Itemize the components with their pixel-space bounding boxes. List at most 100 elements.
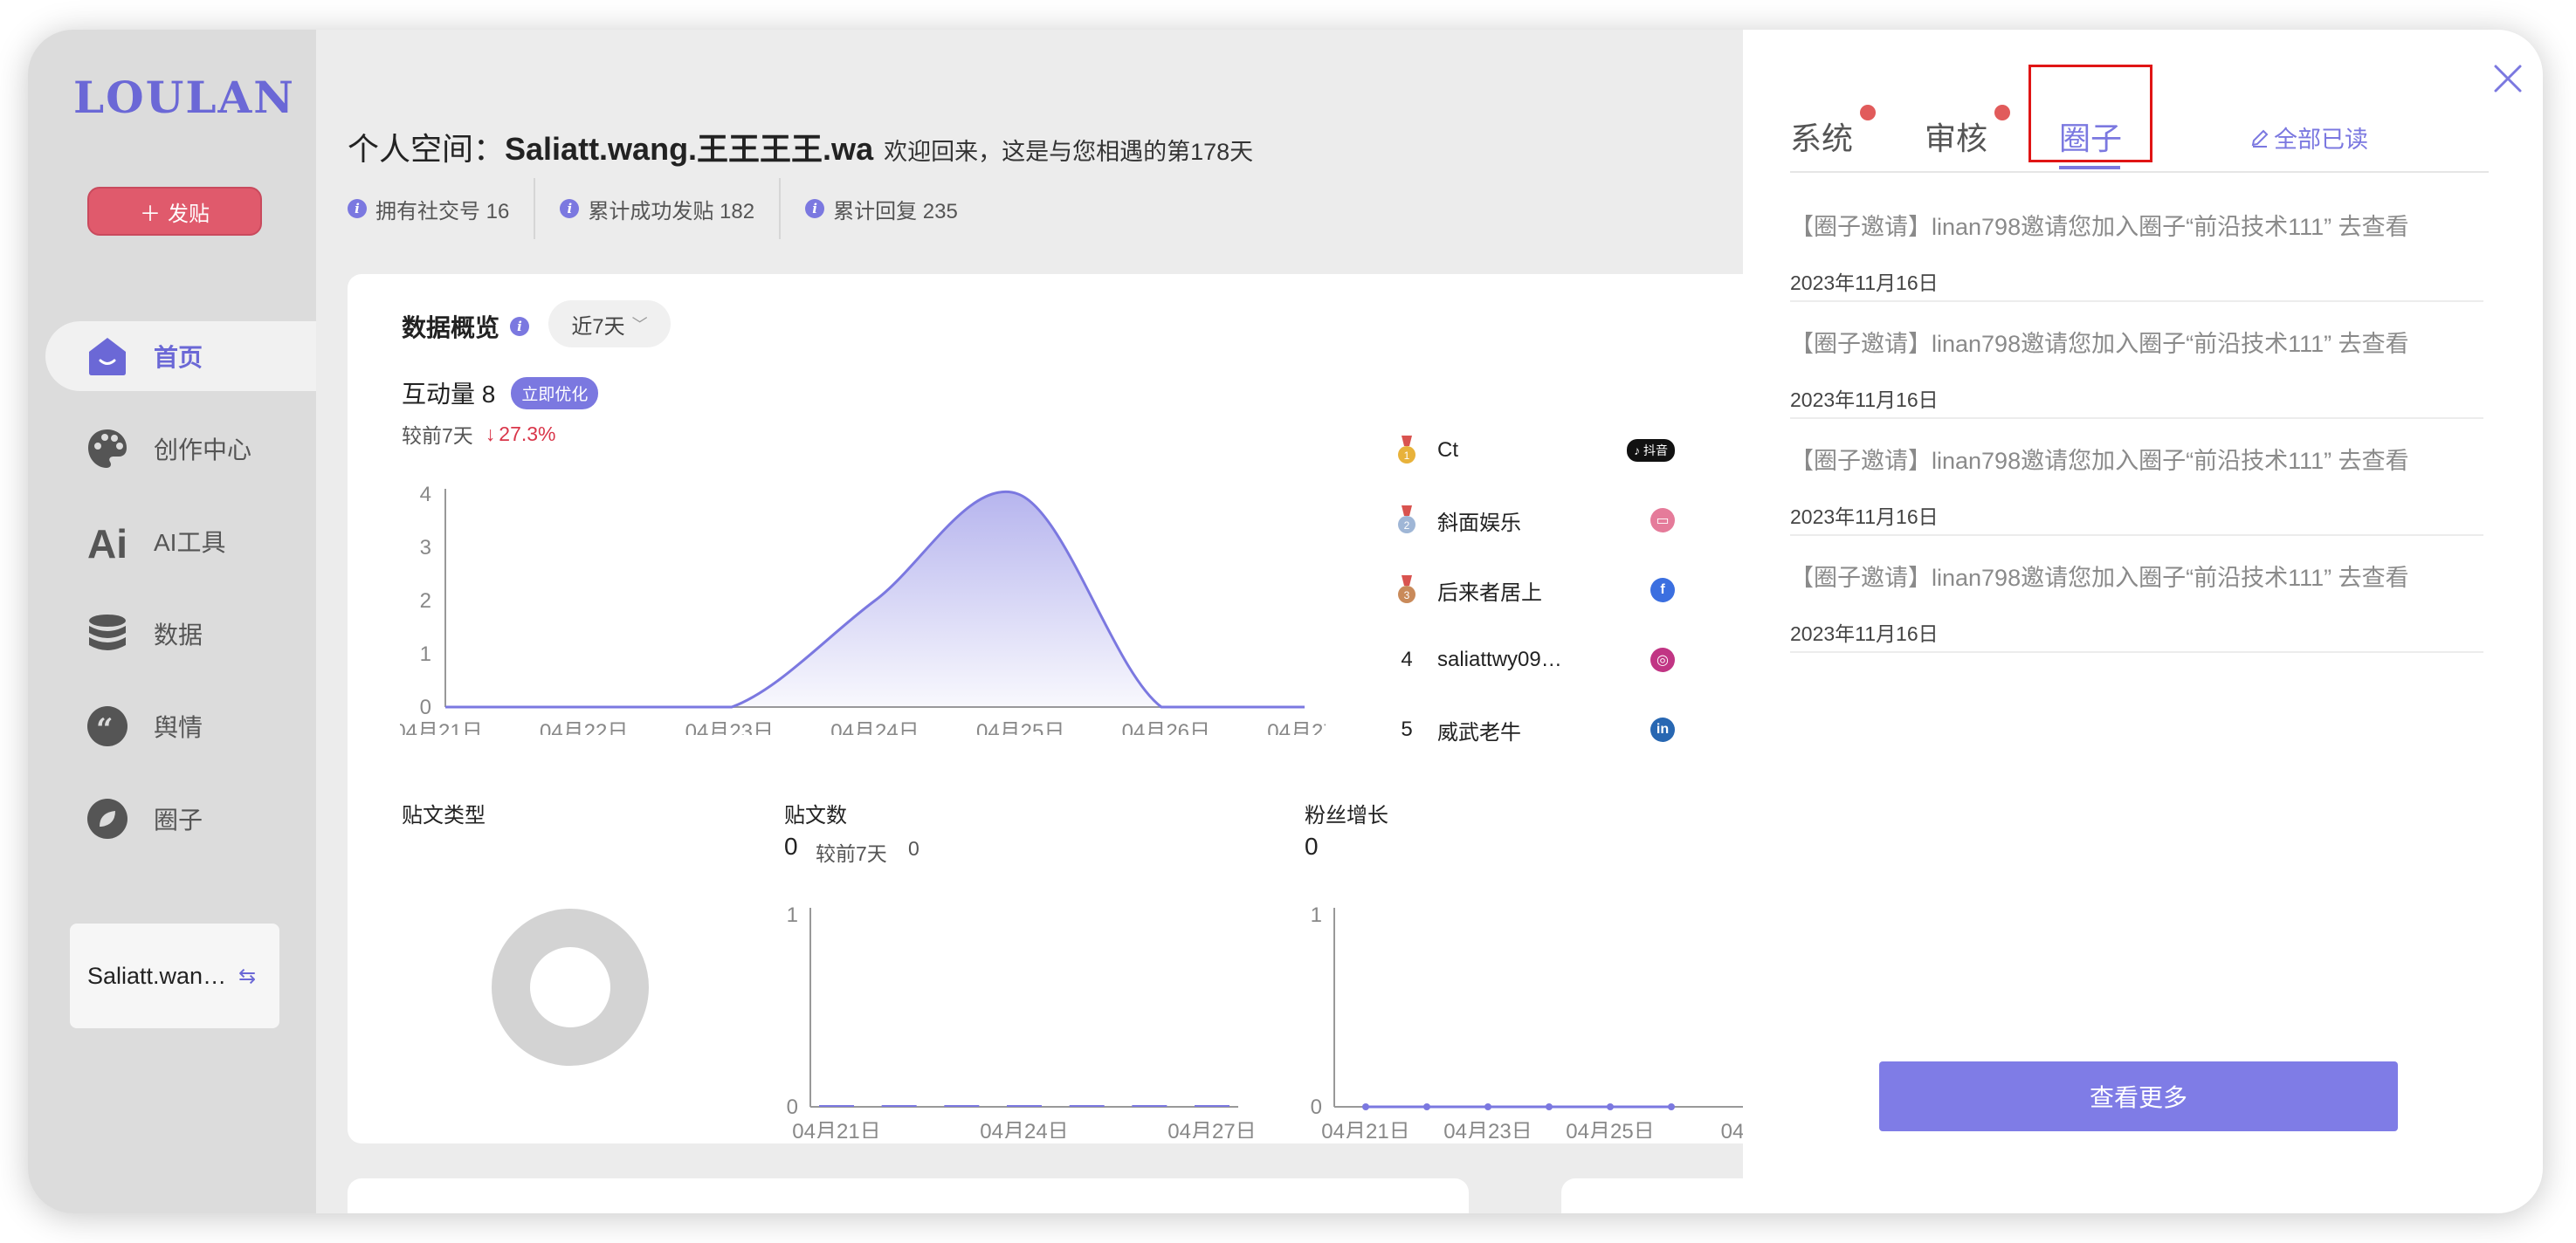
ranking-account-name: 威武老牛 xyxy=(1437,720,1521,745)
notification-text[interactable]: 【圈子邀请】linan798邀请您加入圈子“前沿技术111” 去查看 xyxy=(1790,208,2483,242)
medal-icon: 3 xyxy=(1395,575,1418,605)
list-item[interactable]: 【圈子邀请】linan798邀请您加入圈子“前沿技术111” 去查看 2023年… xyxy=(1790,419,2483,536)
tab-review[interactable]: 审核 xyxy=(1925,105,2011,159)
sidebar-item-sentiment[interactable]: “ 舆情 xyxy=(45,691,316,761)
tabs-divider xyxy=(1790,171,2489,173)
notification-list: 【圈子邀请】linan798邀请您加入圈子“前沿技术111” 去查看 2023年… xyxy=(1790,185,2483,653)
home-icon xyxy=(86,334,129,378)
post-button[interactable]: ＋ 发贴 xyxy=(87,187,262,236)
ranking-account-name: saliattwy09… xyxy=(1437,648,1562,671)
user-name: Saliatt.wang.王王王王.wa xyxy=(505,131,874,167)
sidebar-item-ai-tools[interactable]: Ai AI工具 xyxy=(45,506,316,576)
post-count-title: 贴文数 xyxy=(784,804,847,828)
ranking-row[interactable]: 2 斜面娱乐 ▭ xyxy=(1395,485,1675,555)
welcome-text: 欢迎回来，这是与您相遇的第178天 xyxy=(884,139,1254,165)
sidebar-item-label: 创作中心 xyxy=(154,436,252,464)
ai-icon: Ai xyxy=(86,519,129,563)
title-prefix: 个人空间： xyxy=(348,131,506,167)
fans-line-chart: 0 1 04月21日 04月23日 04月25日 04 xyxy=(1311,903,1745,1138)
y-tick-label: 4 xyxy=(420,483,431,506)
edit-icon xyxy=(2251,129,2269,148)
x-tick-label: 04月26日 xyxy=(1122,720,1210,735)
y-tick-label: 0 xyxy=(420,696,431,719)
interaction-label: 互动量 8 xyxy=(402,381,496,408)
post-count-compare-value: 0 xyxy=(908,837,920,860)
interaction-header: 互动量 8 立即优化 xyxy=(402,375,599,410)
sidebar-item-label: AI工具 xyxy=(154,529,226,556)
notification-date: 2023年11月16日 xyxy=(1790,622,1939,645)
x-tick-label: 04月25日 xyxy=(1566,1120,1654,1138)
svg-text:“: “ xyxy=(96,712,114,747)
range-select[interactable]: 近7天 ﹀ xyxy=(548,300,671,347)
bar xyxy=(819,1105,854,1107)
database-icon xyxy=(86,612,129,656)
logo: LOULAN xyxy=(73,72,295,123)
overview-title: 数据概览 i xyxy=(402,309,530,344)
post-count-compare-label: 较前7天 xyxy=(816,842,887,865)
y-tick-label: 3 xyxy=(420,536,431,560)
bar xyxy=(1069,1105,1105,1107)
info-icon: i xyxy=(348,199,367,218)
bar xyxy=(1007,1105,1042,1107)
page-title: 个人空间：Saliatt.wang.王王王王.wa 欢迎回来，这是与您相遇的第17… xyxy=(348,124,1253,169)
view-more-button[interactable]: 查看更多 xyxy=(1879,1061,2398,1131)
sidebar-item-home[interactable]: 首页 xyxy=(45,321,316,391)
interaction-area-chart: 0 1 2 3 4 04月21日 04月22日 04月23日 04月24日 04月25日 04月26… xyxy=(400,483,1326,735)
account-switcher[interactable]: Saliatt.wan… ⇆ xyxy=(70,924,279,1028)
stats-row: i 拥有社交号 16 i 累计成功发贴 182 i 累计回复 235 xyxy=(348,178,1007,239)
optimize-button[interactable]: 立即优化 xyxy=(511,376,599,409)
bar xyxy=(881,1105,917,1107)
tab-label: 系统 xyxy=(1790,120,1854,156)
x-tick-label: 04 xyxy=(1721,1120,1745,1138)
post-button-label: 发贴 xyxy=(168,202,210,226)
tab-highlight-box xyxy=(2028,65,2152,162)
notification-text[interactable]: 【圈子邀请】linan798邀请您加入圈子“前沿技术111” 去查看 xyxy=(1790,442,2483,476)
list-item[interactable]: 【圈子邀请】linan798邀请您加入圈子“前沿技术111” 去查看 2023年… xyxy=(1790,185,2483,302)
notification-text[interactable]: 【圈子邀请】linan798邀请您加入圈子“前沿技术111” 去查看 xyxy=(1790,559,2483,593)
sidebar-item-creation[interactable]: 创作中心 xyxy=(45,414,316,484)
svg-text:3: 3 xyxy=(1404,589,1410,601)
chevron-down-icon: ﹀ xyxy=(631,316,648,333)
tab-system[interactable]: 系统 xyxy=(1790,105,1877,159)
notification-text[interactable]: 【圈子邀请】linan798邀请您加入圈子“前沿技术111” 去查看 xyxy=(1790,325,2483,359)
mark-all-read-button[interactable]: 全部已读 xyxy=(2249,120,2368,155)
x-tick-label: 04月27日 xyxy=(1167,1120,1256,1138)
ranking-row[interactable]: 3 后来者居上 f xyxy=(1395,555,1675,625)
notification-date: 2023年11月16日 xyxy=(1790,388,1939,411)
x-tick-label: 04月21日 xyxy=(400,720,483,735)
unread-dot xyxy=(1994,105,2011,120)
close-icon[interactable] xyxy=(2490,61,2525,96)
list-item[interactable]: 【圈子邀请】linan798邀请您加入圈子“前沿技术111” 去查看 2023年… xyxy=(1790,302,2483,419)
ranking-account-name: Ct xyxy=(1437,438,1458,462)
sidebar-item-data[interactable]: 数据 xyxy=(45,599,316,669)
account-ranking: 1 Ct ♪ 抖音 2 斜面娱乐 ▭ 3 后来者居上 f 4 saliattwy09… ◎ 5 威武老牛 i… xyxy=(1395,415,1675,765)
post-type-donut-chart xyxy=(492,909,649,1066)
ranking-row[interactable]: 1 Ct ♪ 抖音 xyxy=(1395,415,1675,485)
sidebar-item-label: 数据 xyxy=(154,622,203,649)
bar xyxy=(1132,1105,1167,1107)
ranking-row[interactable]: 5 威武老牛 in xyxy=(1395,695,1675,765)
ranking-account-name: 斜面娱乐 xyxy=(1437,511,1521,535)
leaf-icon xyxy=(86,797,129,841)
pie-slice xyxy=(492,909,649,1066)
list-item[interactable]: 【圈子邀请】linan798邀请您加入圈子“前沿技术111” 去查看 2023年… xyxy=(1790,536,2483,653)
y-tick-label: 1 xyxy=(787,903,798,927)
data-point xyxy=(1423,1103,1430,1110)
info-icon[interactable]: i xyxy=(510,317,530,336)
x-tick-label: 04月23日 xyxy=(685,720,774,735)
linkedin-icon: in xyxy=(1650,718,1675,742)
sidebar: LOULAN ＋ 发贴 首页 创作中心 Ai AI工具 数据 “ 舆情 圈子 S… xyxy=(28,30,316,1213)
x-tick-label: 04月21日 xyxy=(792,1120,880,1138)
sidebar-item-label: 舆情 xyxy=(154,714,203,741)
post-type-title: 贴文类型 xyxy=(402,804,486,828)
compare-value: 27.3% xyxy=(499,422,556,445)
account-name: Saliatt.wan… xyxy=(87,962,227,989)
medal-icon: 2 xyxy=(1395,505,1418,535)
stat-replies: i 累计回复 235 xyxy=(805,178,982,239)
ranking-row[interactable]: 4 saliattwy09… ◎ xyxy=(1395,625,1675,695)
x-tick-label: 04月22日 xyxy=(540,720,628,735)
notification-drawer: 系统 审核 圈子 全部已读 【圈子邀请】linan798邀请您加入圈子“前沿技术… xyxy=(1743,30,2543,1213)
sidebar-item-circle[interactable]: 圈子 xyxy=(45,784,316,854)
swap-icon[interactable]: ⇆ xyxy=(238,964,256,989)
tab-label: 审核 xyxy=(1925,120,1988,156)
